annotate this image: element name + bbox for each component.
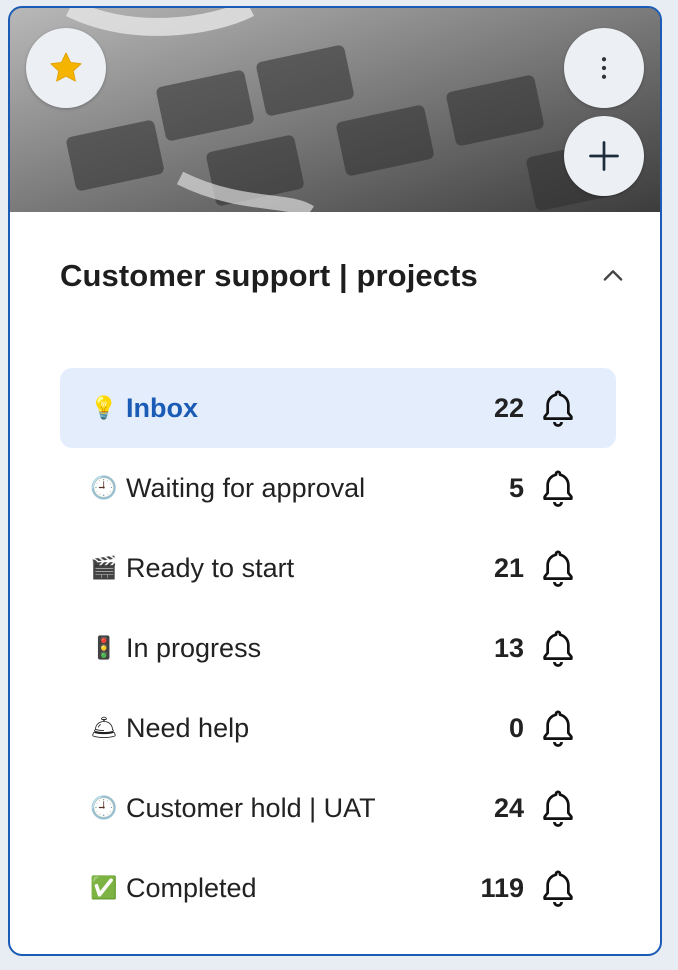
list-item-label: Completed xyxy=(126,872,257,903)
list-item-count: 119 xyxy=(480,872,524,903)
check-mark-icon: ✅ xyxy=(90,875,118,900)
list-item-label: Need help xyxy=(126,712,250,743)
bell-icon[interactable] xyxy=(538,546,578,590)
list-item-label: Inbox xyxy=(126,392,198,423)
clock-icon: 🕘 xyxy=(90,795,118,820)
more-options-button[interactable] xyxy=(564,28,644,108)
clapperboard-icon: 🎬 xyxy=(90,555,118,580)
cover-image xyxy=(10,8,660,212)
favorite-button[interactable] xyxy=(26,28,106,108)
list-item-label: Waiting for approval xyxy=(126,472,366,503)
list-item-count: 21 xyxy=(493,552,524,583)
bell-icon[interactable] xyxy=(538,706,578,750)
card-header: Customer support | projects xyxy=(60,258,630,294)
list-item[interactable]: 💡 Inbox 22 xyxy=(60,368,616,448)
list-item-label: Customer hold | UAT xyxy=(126,792,376,823)
list-item-count: 5 xyxy=(508,472,524,503)
status-list: 💡 Inbox 22 🕘 Waiting for approval 5 🎬 Re… xyxy=(60,368,616,928)
plus-icon xyxy=(589,141,619,171)
list-item[interactable]: 🕘 Customer hold | UAT 24 xyxy=(60,768,616,848)
service-bell-icon: 🛎 xyxy=(90,715,118,740)
list-item-label: In progress xyxy=(126,632,262,663)
list-item[interactable]: 🛎 Need help 0 xyxy=(60,688,616,768)
more-vert-icon xyxy=(601,57,607,79)
project-card: Customer support | projects 💡 Inbox 22 🕘… xyxy=(8,6,662,956)
bell-icon[interactable] xyxy=(538,466,578,510)
lightbulb-icon: 💡 xyxy=(90,395,118,420)
list-item[interactable]: ✅ Completed 119 xyxy=(60,848,616,928)
bell-icon[interactable] xyxy=(538,626,578,670)
traffic-light-icon: 🚦 xyxy=(90,635,118,660)
card-title: Customer support | projects xyxy=(60,258,478,293)
collapse-button[interactable] xyxy=(598,261,628,291)
keyboard-photo xyxy=(10,8,660,212)
list-item-count: 0 xyxy=(508,712,524,743)
chevron-up-icon xyxy=(603,270,623,281)
add-button[interactable] xyxy=(564,116,644,196)
star-icon xyxy=(50,52,82,82)
clock-icon: 🕘 xyxy=(90,475,118,500)
list-item[interactable]: 🚦 In progress 13 xyxy=(60,608,616,688)
bell-icon[interactable] xyxy=(538,786,578,830)
bell-icon[interactable] xyxy=(538,386,578,430)
list-item[interactable]: 🎬 Ready to start 21 xyxy=(60,528,616,608)
list-item-count: 13 xyxy=(493,632,524,663)
list-item-count: 24 xyxy=(493,792,524,823)
list-item-count: 22 xyxy=(493,392,524,423)
list-item-label: Ready to start xyxy=(126,552,295,583)
bell-icon[interactable] xyxy=(538,866,578,910)
list-item[interactable]: 🕘 Waiting for approval 5 xyxy=(60,448,616,528)
